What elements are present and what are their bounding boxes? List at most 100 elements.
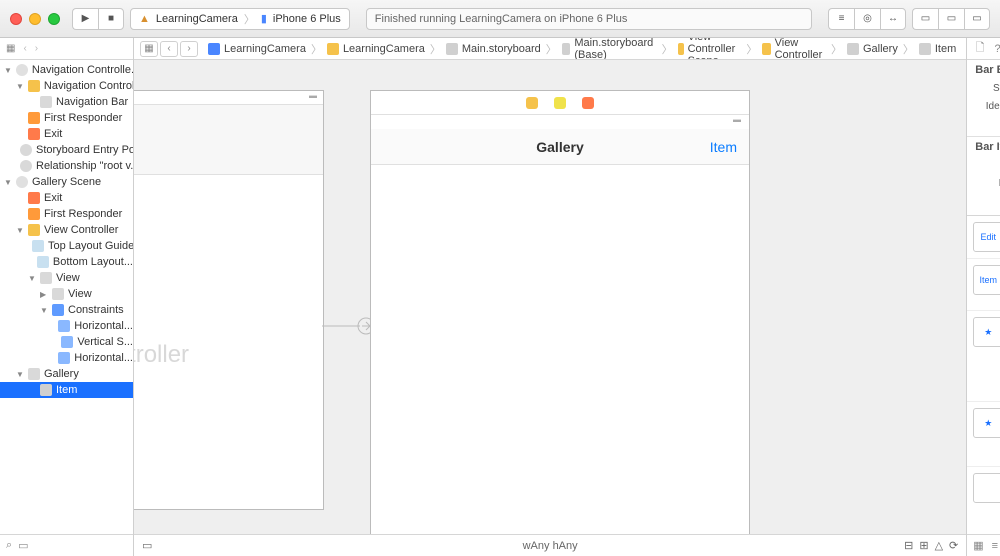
first-responder-icon[interactable] bbox=[554, 97, 566, 109]
outline-row[interactable]: Exit bbox=[0, 126, 133, 142]
chevron-left-icon[interactable]: ‹ bbox=[23, 43, 26, 54]
pin-icon[interactable]: ⊞ bbox=[919, 539, 928, 552]
outline-toggle-icon[interactable]: ▭ bbox=[142, 539, 152, 552]
ib-canvas[interactable]: ▬ ntroller Controller ▬ Gallery Item bbox=[134, 60, 966, 534]
breadcrumb-item[interactable]: Gallery bbox=[843, 43, 902, 55]
breadcrumb[interactable]: LearningCamera〉LearningCamera〉Main.story… bbox=[204, 38, 960, 60]
grid-icon[interactable]: ▦ bbox=[6, 43, 15, 54]
library-item-icon: Item bbox=[973, 265, 1000, 295]
back-button[interactable]: ‹ bbox=[160, 41, 178, 57]
canvas-footer: ▭ wAny hAny ⊟ ⊞ △ ⟳ bbox=[134, 534, 966, 556]
related-items-button[interactable]: ▦ bbox=[140, 41, 158, 57]
breadcrumb-item[interactable]: View Controller bbox=[758, 38, 830, 60]
chevron-right-icon[interactable]: › bbox=[35, 43, 38, 54]
library-item[interactable]: Search Bar - Displays an editable search… bbox=[967, 467, 1000, 534]
outline-row[interactable]: ▶View bbox=[0, 286, 133, 302]
navbar-right-item[interactable]: Item bbox=[710, 139, 737, 155]
library-item[interactable]: ★Tab Bar - Provides a mechanism for disp… bbox=[967, 311, 1000, 402]
assistant-editor-button[interactable]: ◎ bbox=[854, 8, 880, 30]
gallery-scene[interactable]: ▬ Gallery Item bbox=[370, 90, 750, 534]
outline-row[interactable]: Top Layout Guide bbox=[0, 238, 133, 254]
library-item[interactable]: EditTo - dis...th bbox=[967, 216, 1000, 259]
toggle-utilities-button[interactable]: ▭ bbox=[964, 8, 990, 30]
forward-button[interactable]: › bbox=[180, 41, 198, 57]
identifier-label: Identifi bbox=[975, 101, 1000, 112]
outline-row[interactable]: ▼View bbox=[0, 270, 133, 286]
outline-row[interactable]: Navigation Bar bbox=[0, 94, 133, 110]
zoom-window-icon[interactable] bbox=[48, 13, 60, 25]
size-class-control[interactable]: wAny hAny bbox=[134, 540, 966, 552]
title-label: Tit bbox=[975, 160, 1000, 171]
breadcrumb-item[interactable]: Main.storyboard bbox=[442, 43, 545, 55]
library-item[interactable]: ItemBa - its...UINavigationItem object. bbox=[967, 259, 1000, 311]
object-library-list[interactable]: EditTo - dis...thItemBa - its...UINaviga… bbox=[967, 216, 1000, 534]
stop-button[interactable]: ■ bbox=[98, 8, 124, 30]
outline-row[interactable]: ▼Gallery bbox=[0, 366, 133, 382]
titlebar: ▶ ■ ▲ LearningCamera 〉 ▮ iPhone 6 Plus F… bbox=[0, 0, 1000, 38]
outline-row[interactable]: Storyboard Entry Point bbox=[0, 142, 133, 158]
outline-row[interactable]: Vertical S... bbox=[0, 334, 133, 350]
outline-row[interactable]: ▼View Controller bbox=[0, 222, 133, 238]
outline-row[interactable]: Horizontal... bbox=[0, 350, 133, 366]
standard-editor-button[interactable]: ≡ bbox=[828, 8, 854, 30]
library-filter-bar: ▦ ≡ bbox=[967, 534, 1000, 556]
outline-row[interactable]: Exit bbox=[0, 190, 133, 206]
navigator-filter-bar: ⌕ ▭ bbox=[0, 534, 133, 556]
quick-help-icon[interactable]: ? bbox=[994, 43, 1000, 55]
outline-row[interactable]: ▼Navigation Controlle... bbox=[0, 62, 133, 78]
library-grid-icon[interactable]: ▦ bbox=[973, 539, 983, 552]
scheme-device-label: iPhone 6 Plus bbox=[273, 13, 341, 25]
outline-row[interactable]: ▼Navigation Controller bbox=[0, 78, 133, 94]
library-list-icon[interactable]: ≡ bbox=[992, 540, 998, 552]
scheme-selector[interactable]: ▲ LearningCamera 〉 ▮ iPhone 6 Plus bbox=[130, 8, 350, 30]
toggle-navigator-button[interactable]: ▭ bbox=[912, 8, 938, 30]
library-item-icon bbox=[973, 473, 1000, 503]
document-outline[interactable]: ▼Navigation Controlle...▼Navigation Cont… bbox=[0, 60, 133, 534]
prev-scene[interactable]: ▬ ntroller Controller bbox=[134, 90, 324, 510]
navigation-bar[interactable]: Gallery Item bbox=[371, 129, 749, 165]
inspector-tab-bar: 🗋 ? ▭ ⚙ 📏 → bbox=[967, 38, 1000, 60]
toggle-debug-button[interactable]: ▭ bbox=[938, 8, 964, 30]
breadcrumb-item[interactable]: View Controller Scene bbox=[674, 38, 746, 60]
app-icon: ▲ bbox=[139, 13, 150, 25]
library-item-icon: ★ bbox=[973, 408, 1000, 438]
breadcrumb-item[interactable]: LearningCamera bbox=[204, 43, 310, 55]
library-item[interactable]: ★Tab Bar Item - Represents an item on a … bbox=[967, 402, 1000, 467]
editor-area: ▦ ‹ › LearningCamera〉LearningCamera〉Main… bbox=[134, 38, 966, 556]
tag-label: T bbox=[975, 196, 1000, 207]
breadcrumb-item[interactable]: Item bbox=[915, 43, 960, 55]
outline-toggle-icon[interactable]: ▭ bbox=[18, 539, 28, 552]
outline-row[interactable]: Item bbox=[0, 382, 133, 398]
window-controls bbox=[10, 13, 60, 25]
version-editor-button[interactable]: ↔ bbox=[880, 8, 906, 30]
outline-row[interactable]: First Responder bbox=[0, 110, 133, 126]
scene-dock[interactable] bbox=[371, 91, 749, 115]
navbar-title[interactable]: Gallery bbox=[536, 139, 583, 155]
navigator-tab-bar: ▦ ‹ › bbox=[0, 38, 133, 60]
device-icon: ▮ bbox=[261, 12, 267, 25]
filter-icon[interactable]: ⌕ bbox=[6, 539, 12, 552]
align-icon[interactable]: ⊟ bbox=[904, 539, 913, 552]
outline-row[interactable]: Bottom Layout... bbox=[0, 254, 133, 270]
library-item-icon: Edit bbox=[973, 222, 1000, 252]
outline-row[interactable]: First Responder bbox=[0, 206, 133, 222]
run-button[interactable]: ▶ bbox=[72, 8, 98, 30]
resolve-icon[interactable]: △ bbox=[935, 539, 943, 552]
minimize-window-icon[interactable] bbox=[29, 13, 41, 25]
status-text: Finished running LearningCamera on iPhon… bbox=[375, 13, 628, 25]
close-window-icon[interactable] bbox=[10, 13, 22, 25]
activity-status: Finished running LearningCamera on iPhon… bbox=[366, 8, 812, 30]
exit-icon[interactable] bbox=[582, 97, 594, 109]
segue-arrow-icon[interactable] bbox=[322, 316, 372, 336]
outline-row[interactable]: Relationship "root v... bbox=[0, 158, 133, 174]
outline-row[interactable]: ▼Gallery Scene bbox=[0, 174, 133, 190]
resizing-icon[interactable]: ⟳ bbox=[949, 539, 958, 552]
breadcrumb-item[interactable]: Main.storyboard (Base) bbox=[558, 38, 661, 60]
view-controller-icon[interactable] bbox=[526, 97, 538, 109]
jump-bar: ▦ ‹ › LearningCamera〉LearningCamera〉Main… bbox=[134, 38, 966, 60]
attributes-inspector: Bar Button Item Style Bordered Identifi … bbox=[967, 60, 1000, 215]
breadcrumb-item[interactable]: LearningCamera bbox=[323, 43, 429, 55]
outline-row[interactable]: ▼Constraints bbox=[0, 302, 133, 318]
file-inspector-icon[interactable]: 🗋 bbox=[976, 39, 985, 58]
outline-row[interactable]: Horizontal... bbox=[0, 318, 133, 334]
